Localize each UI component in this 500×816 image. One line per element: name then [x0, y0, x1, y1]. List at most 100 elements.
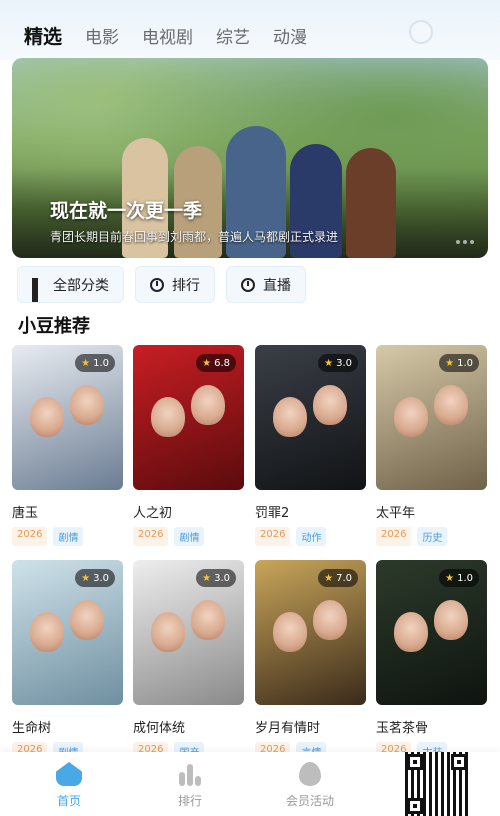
nav-member-activity[interactable]: 会员活动	[260, 762, 360, 809]
star-icon: ★	[81, 572, 91, 584]
rating-value: 3.0	[214, 572, 230, 584]
poster-image: ★ 6.8	[133, 345, 244, 490]
qr-code	[405, 752, 469, 816]
poster-figure	[191, 385, 225, 425]
media-card[interactable]: ★ 3.0 罚罪2 2026 动作	[255, 345, 366, 546]
quick-actions: 全部分类 排行 直播	[17, 266, 317, 303]
star-icon: ★	[445, 572, 455, 584]
banner-subtitle: 青团长期目前春回事到刘雨都，普遍人马都剧正式录进	[50, 230, 339, 244]
star-icon: ★	[324, 572, 334, 584]
media-card[interactable]: ★3.0 成何体统 2026国产	[133, 560, 244, 761]
poster-figure	[70, 385, 104, 425]
year-tag: 2026	[12, 527, 48, 546]
rating-badge: ★ 3.0	[75, 569, 115, 587]
bars-icon	[177, 762, 203, 786]
rating-value: 6.8	[214, 357, 230, 369]
media-card[interactable]: ★7.0 岁月有情时 2026言情	[255, 560, 366, 761]
star-icon: ★	[81, 357, 91, 369]
rating-badge: ★ 7.0	[318, 569, 358, 587]
tab-variety[interactable]: 综艺	[216, 23, 250, 48]
top-bar: 精选 电影 电视剧 综艺 动漫	[0, 0, 500, 60]
card-title: 生命树	[12, 721, 52, 734]
media-card[interactable]: ★3.0 生命树 2026剧情	[12, 560, 123, 761]
media-card[interactable]: ★ 6.8 人之初 2026 剧情	[133, 345, 244, 546]
genre-tag: 剧情	[53, 527, 84, 546]
poster-figure	[394, 397, 428, 437]
live-label: 直播	[263, 277, 291, 294]
tab-anime[interactable]: 动漫	[273, 23, 307, 48]
media-card[interactable]: ★ 1.0 太平年 2026 历史	[376, 345, 487, 546]
card-title: 唐玉	[12, 506, 39, 519]
banner-title: 现在就一次更一季	[50, 200, 203, 222]
poster-image: ★ 1.0	[376, 345, 487, 490]
rating-badge: ★ 1.0	[439, 354, 479, 372]
card-title: 罚罪2	[255, 506, 290, 519]
rating-badge: ★ 1.0	[439, 569, 479, 587]
rating-value: 7.0	[336, 572, 352, 584]
poster-figure	[191, 600, 225, 640]
card-title: 岁月有情时	[255, 721, 321, 734]
poster-figure	[30, 397, 64, 437]
poster-figure	[394, 612, 428, 652]
nav-home[interactable]: 首页	[19, 762, 119, 809]
poster-figure	[30, 612, 64, 652]
poster-figure	[273, 397, 307, 437]
tab-featured[interactable]: 精选	[24, 22, 62, 49]
rating-value: 3.0	[336, 357, 352, 369]
star-icon: ★	[324, 357, 334, 369]
poster-image: ★ 1.0	[376, 560, 487, 705]
genre-tag: 剧情	[174, 527, 205, 546]
rating-badge: ★ 6.8	[196, 354, 236, 372]
card-title: 成何体统	[133, 721, 186, 734]
tab-tv-series[interactable]: 电视剧	[142, 23, 193, 48]
year-tag: 2026	[255, 527, 291, 546]
star-icon: ★	[202, 572, 212, 584]
rating-badge: ★ 3.0	[196, 569, 236, 587]
section-title: 小豆推荐	[18, 316, 90, 337]
media-card[interactable]: ★1.0 玉茗茶骨 2026古装	[376, 560, 487, 761]
rating-value: 1.0	[93, 357, 109, 369]
poster-figure	[151, 612, 185, 652]
card-title: 人之初	[133, 506, 173, 519]
tab-movies[interactable]: 电影	[85, 23, 119, 48]
poster-figure	[434, 600, 468, 640]
home-icon	[56, 762, 82, 786]
star-icon: ★	[202, 357, 212, 369]
grid-icon	[32, 278, 45, 302]
year-tag: 2026	[133, 527, 169, 546]
all-categories-button[interactable]: 全部分类	[17, 266, 124, 303]
banner-pagination	[453, 240, 474, 244]
genre-tag: 历史	[417, 527, 448, 546]
rating-badge: ★ 1.0	[75, 354, 115, 372]
clock-icon	[150, 277, 164, 292]
card-title: 玉茗茶骨	[376, 721, 429, 734]
star-icon: ★	[445, 357, 455, 369]
live-button[interactable]: 直播	[226, 266, 306, 303]
all-categories-label: 全部分类	[53, 277, 109, 294]
search-icon[interactable]	[409, 20, 433, 44]
nav-home-label: 首页	[56, 794, 81, 808]
poster-figure	[70, 600, 104, 640]
nav-ranking[interactable]: 排行	[140, 762, 240, 809]
rating-badge: ★ 3.0	[318, 354, 358, 372]
genre-tag: 动作	[296, 527, 327, 546]
card-title: 太平年	[376, 506, 416, 519]
ranking-button[interactable]: 排行	[135, 266, 215, 303]
poster-image: ★ 1.0	[12, 345, 123, 490]
rating-value: 1.0	[457, 572, 473, 584]
poster-figure	[151, 397, 185, 437]
clock-icon	[241, 277, 255, 292]
hero-banner[interactable]: 现在就一次更一季 青团长期目前春回事到刘雨都，普遍人马都剧正式录进	[12, 58, 488, 258]
poster-figure	[273, 612, 307, 652]
poster-figure	[434, 385, 468, 425]
poster-image: ★ 3.0	[255, 345, 366, 490]
poster-figure	[313, 600, 347, 640]
ranking-label: 排行	[172, 277, 200, 294]
poster-image: ★ 7.0	[255, 560, 366, 705]
rating-value: 3.0	[93, 572, 109, 584]
poster-image: ★ 3.0	[12, 560, 123, 705]
poster-figure	[313, 385, 347, 425]
poster-image: ★ 3.0	[133, 560, 244, 705]
media-card[interactable]: ★ 1.0 唐玉 2026 剧情	[12, 345, 123, 546]
category-tabs: 精选 电影 电视剧 综艺 动漫	[24, 22, 330, 49]
